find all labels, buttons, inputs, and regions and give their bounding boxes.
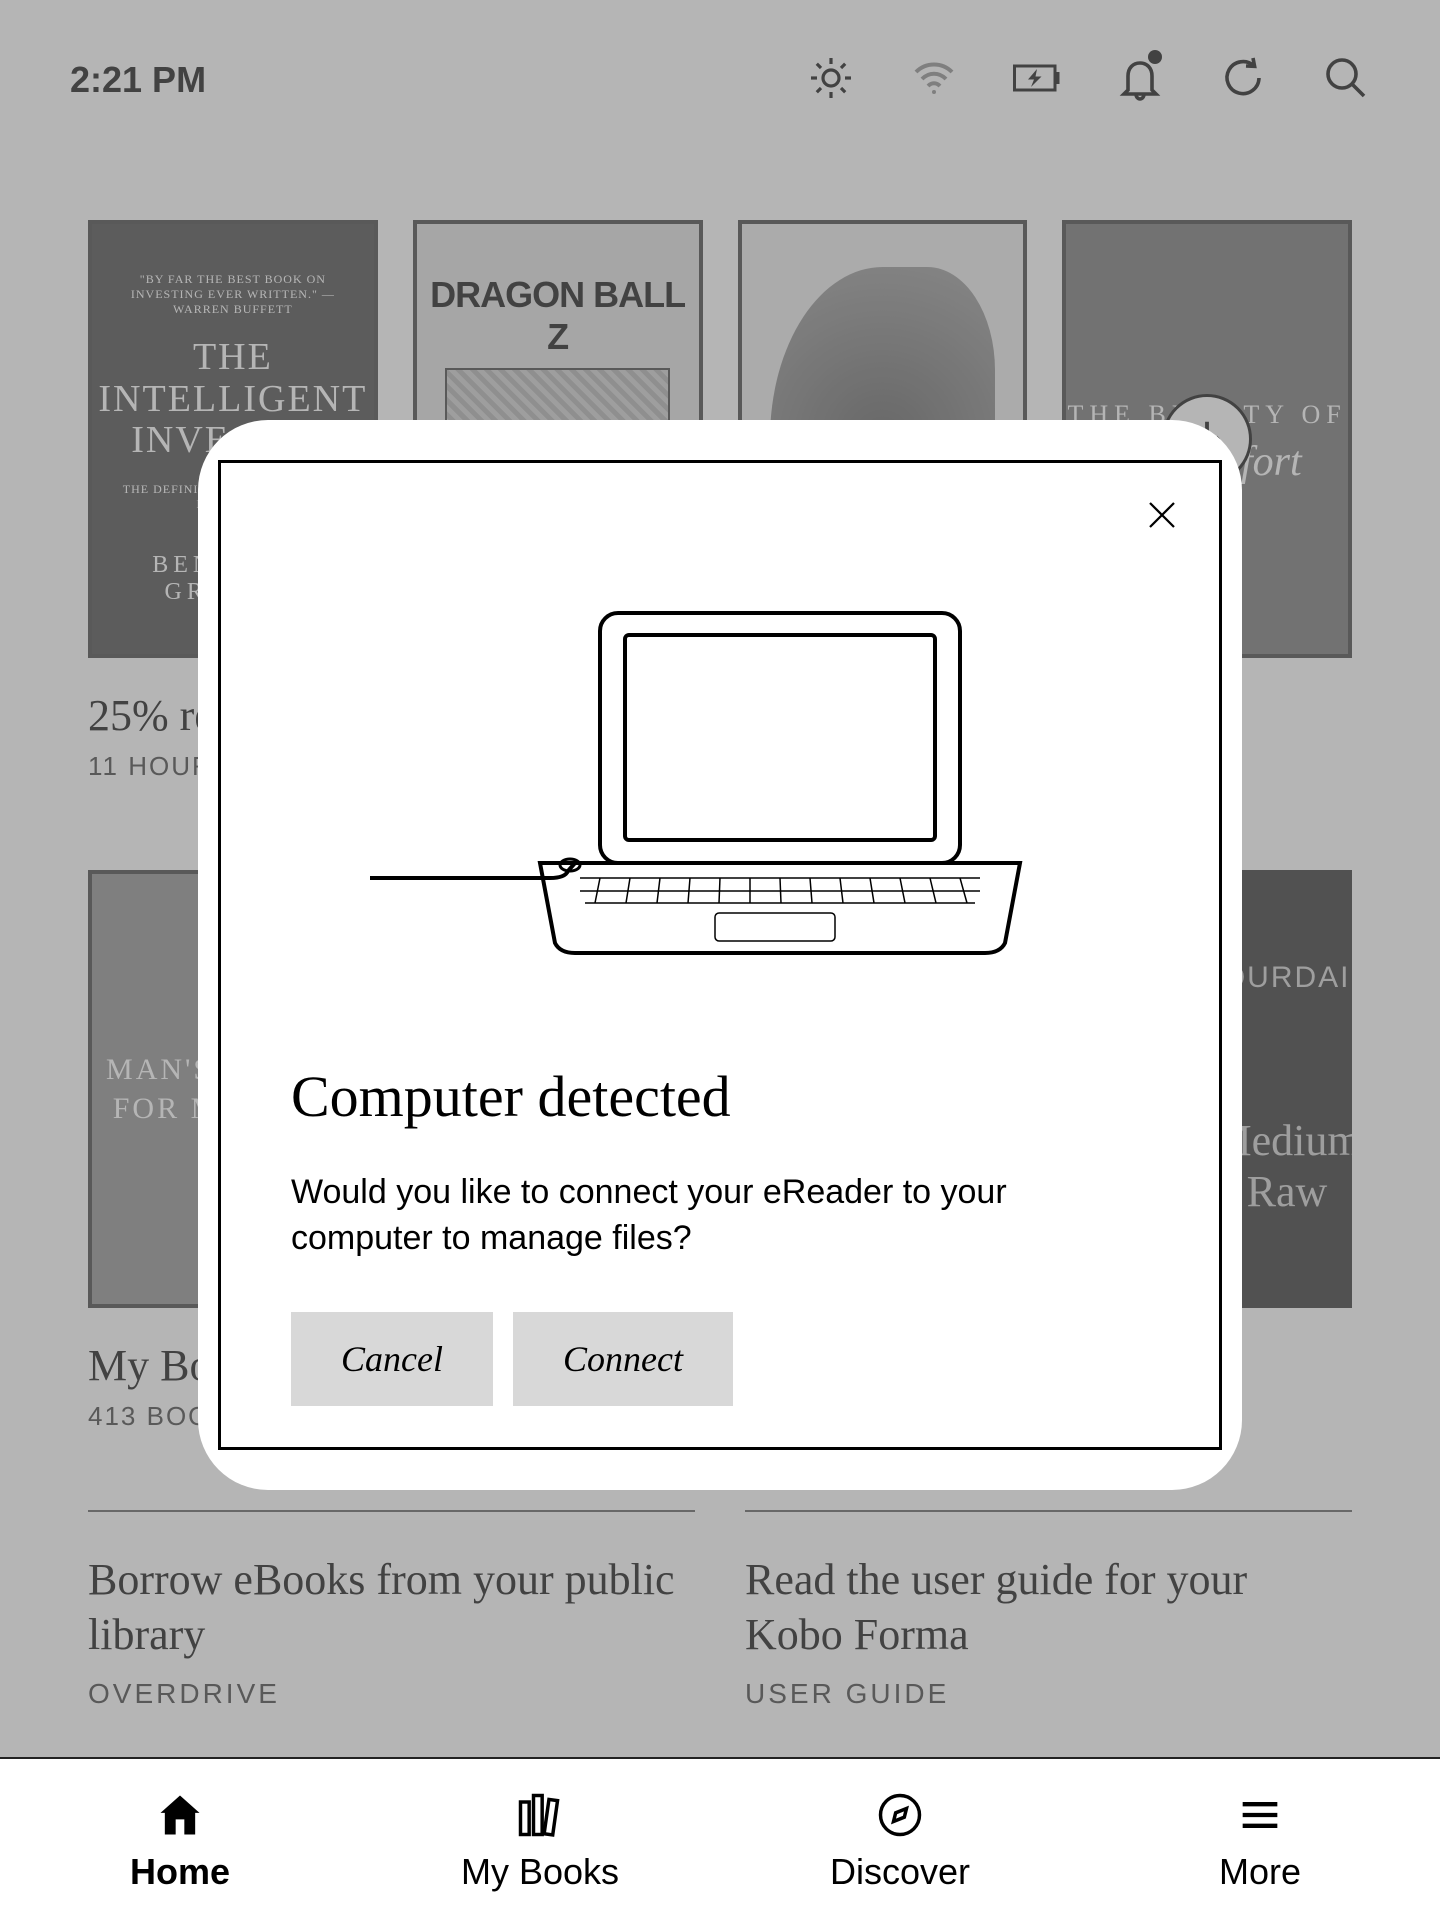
bottom-nav: Home My Books Discover More [0, 1757, 1440, 1922]
close-icon[interactable] [1140, 493, 1184, 537]
dialog-body: Would you like to connect your eReader t… [291, 1170, 1149, 1262]
cancel-button[interactable]: Cancel [291, 1312, 493, 1406]
connect-button[interactable]: Connect [513, 1312, 733, 1406]
nav-home[interactable]: Home [0, 1759, 360, 1922]
dialog-title: Computer detected [291, 1063, 1219, 1130]
laptop-icon [370, 603, 1070, 963]
nav-more[interactable]: More [1080, 1759, 1440, 1922]
nav-my-books[interactable]: My Books [360, 1759, 720, 1922]
nav-discover[interactable]: Discover [720, 1759, 1080, 1922]
computer-detected-dialog: Computer detected Would you like to conn… [218, 460, 1222, 1450]
